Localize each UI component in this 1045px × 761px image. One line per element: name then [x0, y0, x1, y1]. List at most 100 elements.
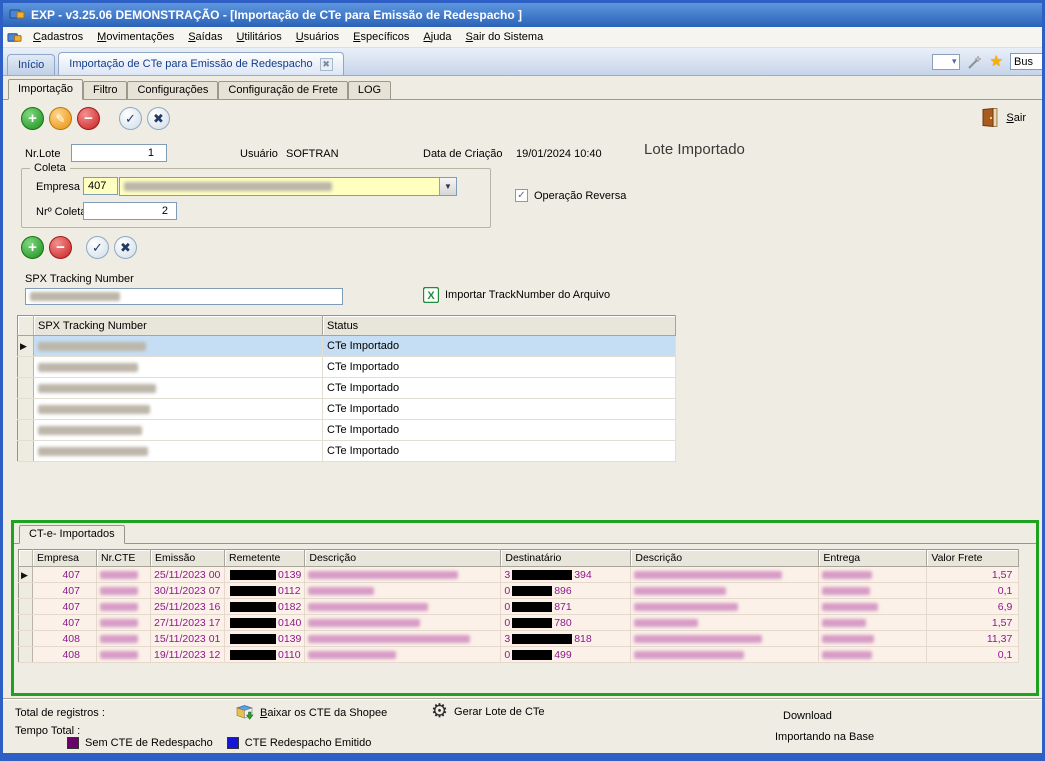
- nr-coleta-input[interactable]: 2: [83, 202, 177, 220]
- subtab-filtro[interactable]: Filtro: [83, 81, 127, 100]
- cell-emissao: 25/11/2023 16: [151, 599, 225, 615]
- cancel-tracking-button[interactable]: ✖: [114, 236, 137, 259]
- tracking-row[interactable]: ▶ CTe Importado: [18, 336, 676, 357]
- excel-icon: X: [423, 287, 439, 303]
- blurred-text: [38, 384, 156, 393]
- tab-importacao-cte[interactable]: Importação de CTe para Emissão de Redesp…: [58, 52, 343, 75]
- confirm-lote-button[interactable]: ✓: [119, 107, 142, 130]
- chevron-down-icon: ▾: [952, 56, 957, 67]
- subtab-configuracao-de-frete[interactable]: Configuração de Frete: [218, 81, 347, 100]
- subtab-log[interactable]: LOG: [348, 81, 391, 100]
- baixar-cte-shopee-button[interactable]: Baixar os CTE da Shopee: [235, 704, 387, 721]
- col-spx-tracking-number[interactable]: SPX Tracking Number: [34, 316, 323, 336]
- gerar-lote-cte-button[interactable]: ⚙ Gerar Lote de CTe: [431, 702, 545, 721]
- app-icon: [9, 6, 25, 25]
- col-remetente[interactable]: Remetente: [225, 550, 305, 567]
- col-descricao-destinatario[interactable]: Descrição: [631, 550, 819, 567]
- cell-descricao-remetente: [305, 583, 501, 599]
- col-entrega[interactable]: Entrega: [819, 550, 927, 567]
- cancel-lote-button[interactable]: ✖: [147, 107, 170, 130]
- cell-entrega: [819, 647, 927, 663]
- subtab-configuracoes[interactable]: Configurações: [127, 81, 218, 100]
- menu-item-cadastros[interactable]: Cadastros: [26, 28, 90, 46]
- window-title: EXP - v3.25.06 DEMONSTRAÇÃO - [Importaçã…: [31, 8, 522, 22]
- sair-button[interactable]: Sair: [981, 107, 1026, 128]
- operacao-reversa-checkbox[interactable]: ✓ Operação Reversa: [515, 189, 626, 202]
- menu-item-especificos[interactable]: Específicos: [346, 28, 416, 46]
- tracking-row[interactable]: CTe Importado: [18, 378, 676, 399]
- add-tracking-button[interactable]: +: [21, 236, 44, 259]
- add-lote-button[interactable]: +: [21, 107, 44, 130]
- importar-tracknumber-button[interactable]: X Importar TrackNumber do Arquivo: [423, 287, 610, 303]
- blurred-text: [822, 619, 866, 627]
- cell-valor-frete: 0,1: [927, 647, 1019, 663]
- col-empresa[interactable]: Empresa: [33, 550, 97, 567]
- col-status[interactable]: Status: [323, 316, 676, 336]
- cell-remetente: 0139: [225, 567, 305, 583]
- col-nr-cte[interactable]: Nr.CTE: [97, 550, 151, 567]
- tab-cte-importados[interactable]: CT-e- Importados: [19, 525, 125, 544]
- plus-icon: +: [28, 111, 37, 126]
- cte-row[interactable]: 407 30/11/2023 07 0112 0896 0,1: [19, 583, 1019, 599]
- tracking-row[interactable]: CTe Importado: [18, 357, 676, 378]
- cell-nr-cte: [97, 631, 151, 647]
- delete-lote-button[interactable]: −: [77, 107, 100, 130]
- menu-item-movimentacoes[interactable]: Movimentações: [90, 28, 181, 46]
- col-destinatario[interactable]: Destinatário: [501, 550, 631, 567]
- empresa-combobox[interactable]: ▼: [119, 177, 457, 196]
- redacted-text: [230, 650, 276, 660]
- search-input[interactable]: [1010, 53, 1045, 70]
- legend-sem-cte-label: Sem CTE de Redespacho: [85, 737, 213, 749]
- wand-icon[interactable]: [967, 54, 983, 70]
- coleta-groupbox: Coleta Empresa 407 ▼ Nrº Coleta 2: [21, 168, 491, 228]
- menu-item-sair-do-sistema[interactable]: Sair do Sistema: [459, 28, 551, 46]
- close-tab-icon[interactable]: ✖: [320, 58, 333, 71]
- menu-item-ajuda[interactable]: Ajuda: [416, 28, 458, 46]
- minus-icon: −: [56, 240, 65, 255]
- menu-item-utilitarios[interactable]: Utilitários: [229, 28, 288, 46]
- menu-bar: Cadastros Movimentações Saídas Utilitári…: [3, 27, 1042, 48]
- combo-dropdown-icon[interactable]: ▼: [439, 178, 456, 195]
- cell-tracking-number: [34, 336, 323, 357]
- nr-lote-input[interactable]: 1: [71, 144, 167, 162]
- edit-lote-button[interactable]: ✎: [49, 107, 72, 130]
- menu-item-saidas[interactable]: Saídas: [181, 28, 229, 46]
- cell-nr-cte: [97, 567, 151, 583]
- blurred-text: [30, 292, 120, 301]
- tracking-row[interactable]: CTe Importado: [18, 441, 676, 462]
- subtab-importacao[interactable]: Importação: [8, 79, 83, 100]
- cte-row[interactable]: ▶ 407 25/11/2023 00 0139 3394 1,57: [19, 567, 1019, 583]
- cte-row[interactable]: 407 27/11/2023 17 0140 0780 1,57: [19, 615, 1019, 631]
- blurred-text: [634, 619, 698, 627]
- cell-descricao-remetente: [305, 599, 501, 615]
- importando-na-base-label: Importando na Base: [775, 731, 874, 743]
- col-valor-frete[interactable]: Valor Frete: [927, 550, 1019, 567]
- redacted-text: [230, 570, 276, 580]
- favorites-star-icon[interactable]: ★: [990, 54, 1003, 69]
- redacted-text: [230, 634, 276, 644]
- blurred-text: [822, 571, 872, 579]
- row-indicator-icon: ▶: [20, 341, 27, 351]
- cte-row[interactable]: 408 15/11/2023 01 0139 3818 11,37: [19, 631, 1019, 647]
- pencil-icon: ✎: [55, 113, 65, 125]
- spx-tracking-input[interactable]: [25, 288, 343, 305]
- tab-inicio[interactable]: Início: [7, 54, 55, 75]
- quick-filter-dropdown[interactable]: ▾: [932, 54, 960, 70]
- cell-empresa: 407: [33, 599, 97, 615]
- cell-empresa: 408: [33, 647, 97, 663]
- cell-descricao-destinatario: [631, 599, 819, 615]
- delete-tracking-button[interactable]: −: [49, 236, 72, 259]
- menu-item-usuarios[interactable]: Usuários: [289, 28, 346, 46]
- cte-row[interactable]: 407 25/11/2023 16 0182 0871 6,9: [19, 599, 1019, 615]
- plus-icon: +: [28, 240, 37, 255]
- cte-tab-strip: CT-e- Importados: [14, 523, 1036, 544]
- col-emissao[interactable]: Emissão: [151, 550, 225, 567]
- empresa-code-input[interactable]: 407: [83, 177, 118, 195]
- data-criacao-value: 19/01/2024 10:40: [516, 148, 602, 160]
- tracking-row[interactable]: CTe Importado: [18, 420, 676, 441]
- confirm-tracking-button[interactable]: ✓: [86, 236, 109, 259]
- cte-row[interactable]: 408 19/11/2023 12 0110 0499 0,1: [19, 647, 1019, 663]
- tracking-row[interactable]: CTe Importado: [18, 399, 676, 420]
- col-descricao-remetente[interactable]: Descrição: [305, 550, 501, 567]
- cell-entrega: [819, 631, 927, 647]
